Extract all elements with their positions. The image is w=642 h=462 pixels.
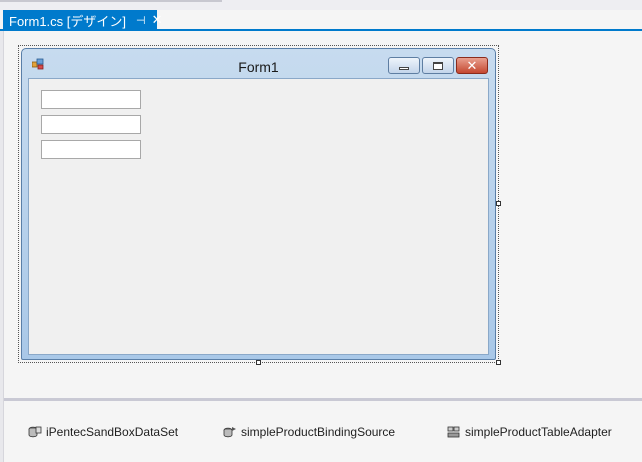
pin-icon[interactable]: ⊣ xyxy=(136,14,146,27)
maximize-icon xyxy=(433,61,443,70)
form-client-area[interactable] xyxy=(28,78,489,355)
form-close-button[interactable]: ✕ xyxy=(456,57,488,74)
maximize-button[interactable] xyxy=(422,57,454,74)
tab-title: Form1.cs [デザイン] xyxy=(9,13,127,29)
resize-grip-bottom[interactable] xyxy=(256,360,261,365)
document-tab[interactable]: Form1.cs [デザイン] ⊣ ✕ xyxy=(3,10,163,30)
tray-item-binding-source[interactable]: simpleProductBindingSource xyxy=(223,423,395,441)
component-tray[interactable]: iPentecSandBoxDataSet simpleProductBindi… xyxy=(4,401,642,462)
tray-item-label: simpleProductBindingSource xyxy=(241,425,396,439)
table-adapter-icon xyxy=(447,426,460,438)
minimize-icon xyxy=(399,66,409,70)
top-strip-line xyxy=(0,0,222,2)
binding-source-icon xyxy=(223,427,236,438)
resize-grip-right[interactable] xyxy=(496,201,501,206)
close-icon: ✕ xyxy=(466,58,478,73)
close-tab-icon[interactable]: ✕ xyxy=(152,12,163,28)
form-titlebar[interactable]: Form1 ✕ xyxy=(22,49,495,77)
textbox-3[interactable] xyxy=(41,140,141,159)
textbox-1[interactable] xyxy=(41,90,141,109)
tray-item-table-adapter[interactable]: simpleProductTableAdapter xyxy=(447,423,612,441)
tray-item-label: iPentecSandBoxDataSet xyxy=(46,425,179,439)
tray-item-dataset[interactable]: iPentecSandBoxDataSet xyxy=(28,423,178,441)
top-strip xyxy=(0,0,642,10)
resize-grip-bottom-right[interactable] xyxy=(496,360,501,365)
textbox-2[interactable] xyxy=(41,115,141,134)
form-window[interactable]: Form1 ✕ xyxy=(21,48,496,360)
minimize-button[interactable] xyxy=(388,57,420,74)
dataset-icon xyxy=(28,426,42,438)
tray-item-label: simpleProductTableAdapter xyxy=(465,425,612,439)
